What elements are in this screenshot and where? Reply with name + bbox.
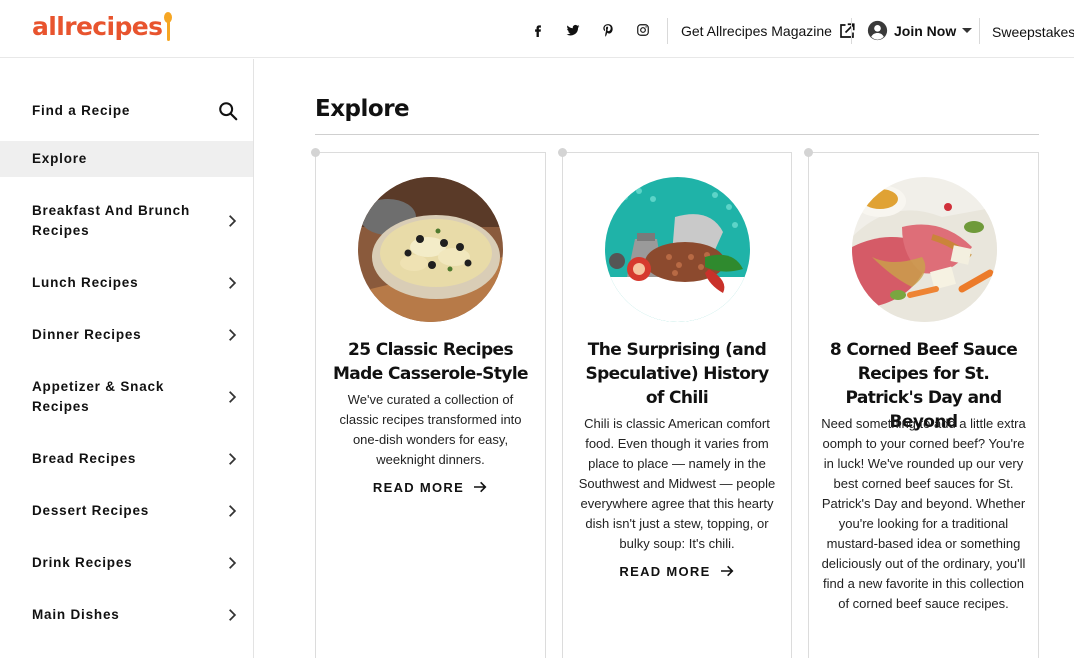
- sidebar-item-label: Appetizer & Snack Recipes: [32, 379, 165, 414]
- sidebar-item-label: Find a Recipe: [32, 103, 131, 118]
- chili-history-photo[interactable]: [605, 177, 750, 322]
- sidebar-item-appetizer-and-snack[interactable]: Appetizer & Snack Recipes: [0, 371, 253, 423]
- allrecipes-logo[interactable]: allrecipes: [32, 12, 173, 42]
- article-card[interactable]: 25 Classic Recipes Made Casserole-Style …: [311, 148, 546, 658]
- user-avatar-icon: [867, 20, 888, 41]
- sidebar-item-label: Dessert Recipes: [32, 503, 150, 518]
- article-card[interactable]: The Surprising (and Speculative) History…: [558, 148, 792, 658]
- card-title[interactable]: 25 Classic Recipes Made Casserole-Style: [330, 338, 531, 386]
- page-title: Explore: [315, 96, 410, 122]
- sidebar-item-find-a-recipe[interactable]: Find a Recipe: [0, 91, 253, 131]
- sidebar-item-dinner[interactable]: Dinner Recipes: [0, 317, 253, 353]
- sidebar-item-label: Dinner Recipes: [32, 327, 142, 342]
- header-divider: [667, 18, 668, 44]
- chevron-right-icon: [229, 215, 237, 227]
- arrow-right-icon: [474, 481, 487, 493]
- sidebar-nav: Find a Recipe Explore Breakfast And Brun…: [0, 59, 254, 658]
- casserole-photo[interactable]: [358, 177, 503, 322]
- chevron-right-icon: [229, 277, 237, 289]
- facebook-icon[interactable]: [528, 20, 548, 40]
- sidebar-item-label: Explore: [32, 151, 88, 166]
- spoon-icon: [163, 12, 173, 42]
- chevron-right-icon: [229, 329, 237, 341]
- sidebar-item-explore[interactable]: Explore: [0, 141, 253, 177]
- read-more-link[interactable]: READ MORE: [316, 479, 545, 495]
- site-header: allrecipes Get Allrecipes Magazine Join …: [0, 0, 1074, 58]
- sidebar-item-dessert[interactable]: Dessert Recipes: [0, 493, 253, 529]
- article-card[interactable]: 8 Corned Beef Sauce Recipes for St. Patr…: [804, 148, 1039, 658]
- instagram-icon[interactable]: [633, 20, 653, 40]
- read-more-link[interactable]: READ MORE: [563, 563, 791, 579]
- sweepstakes-link[interactable]: Sweepstakes: [992, 24, 1074, 40]
- pinterest-icon[interactable]: [598, 20, 618, 40]
- card-description: Chili is classic American comfort food. …: [578, 416, 776, 551]
- chevron-right-icon: [229, 453, 237, 465]
- sidebar-item-lunch[interactable]: Lunch Recipes: [0, 265, 253, 301]
- chevron-right-icon: [229, 609, 237, 621]
- sidebar-item-main-dishes[interactable]: Main Dishes: [0, 597, 253, 633]
- title-divider: [315, 134, 1039, 135]
- twitter-icon[interactable]: [563, 20, 583, 40]
- card-description: We've curated a collection of classic re…: [339, 392, 522, 467]
- header-divider: [851, 18, 852, 44]
- arrow-right-icon: [720, 565, 734, 577]
- corned-beef-photo[interactable]: [852, 177, 997, 322]
- sidebar-item-label: Breakfast And Brunch Recipes: [32, 203, 191, 238]
- external-link-icon: [840, 23, 855, 38]
- search-icon[interactable]: [217, 100, 239, 122]
- chevron-right-icon: [229, 391, 237, 403]
- chevron-right-icon: [229, 557, 237, 569]
- magazine-link[interactable]: Get Allrecipes Magazine: [681, 22, 856, 40]
- chevron-right-icon: [229, 505, 237, 517]
- magazine-label: Get Allrecipes Magazine: [681, 23, 832, 39]
- read-more-label: READ MORE: [372, 479, 465, 495]
- logo-text: allrecipes: [32, 12, 163, 41]
- caret-down-icon: [962, 28, 973, 33]
- join-now-button[interactable]: Join Now: [867, 20, 973, 41]
- sidebar-item-label: Main Dishes: [32, 607, 120, 622]
- read-more-label: READ MORE: [619, 563, 711, 579]
- join-now-label: Join Now: [894, 22, 957, 39]
- sidebar-item-label: Bread Recipes: [32, 451, 137, 466]
- card-title[interactable]: The Surprising (and Speculative) History…: [577, 338, 777, 410]
- sidebar-item-label: Lunch Recipes: [32, 275, 139, 290]
- card-corner-dot: [558, 148, 567, 157]
- header-divider: [979, 18, 980, 44]
- sidebar-item-breakfast-and-brunch[interactable]: Breakfast And Brunch Recipes: [0, 195, 253, 247]
- sidebar-item-label: Drink Recipes: [32, 555, 133, 570]
- card-corner-dot: [311, 148, 320, 157]
- card-corner-dot: [804, 148, 813, 157]
- sidebar-item-drink[interactable]: Drink Recipes: [0, 545, 253, 581]
- card-description: Need something to add a little extra oom…: [821, 416, 1026, 611]
- sidebar-item-bread[interactable]: Bread Recipes: [0, 441, 253, 477]
